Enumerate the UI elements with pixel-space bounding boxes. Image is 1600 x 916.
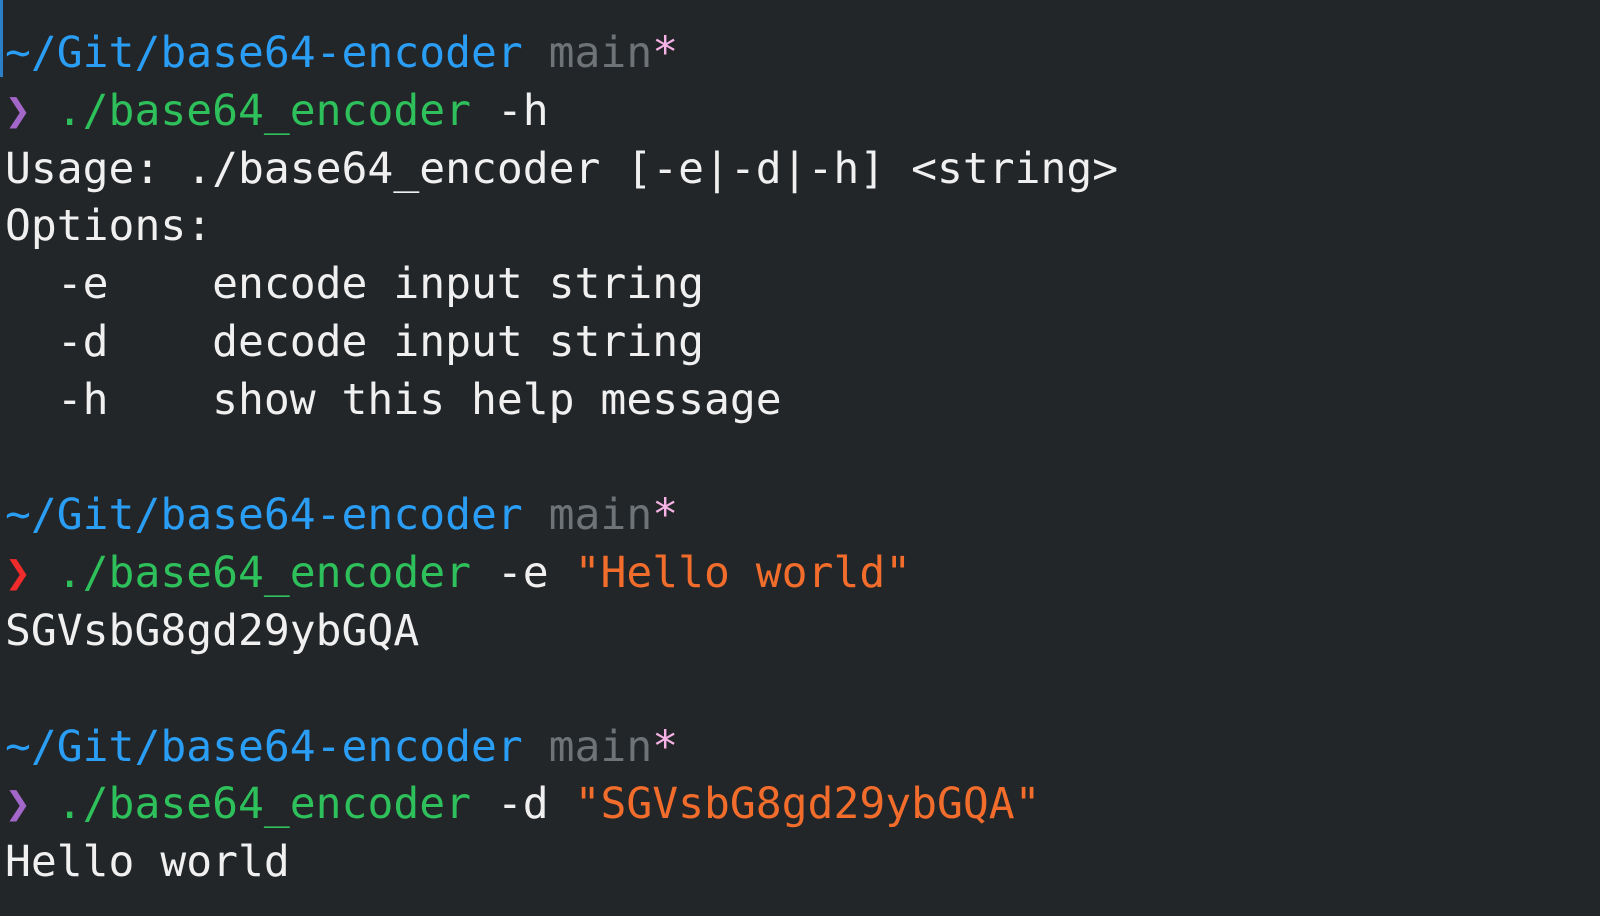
output-line: -h show this help message [5, 374, 782, 425]
output-line: Usage: ./base64_encoder [-e|-d|-h] <stri… [5, 143, 1119, 194]
command-line[interactable]: ❯ ./base64_encoder -d "SGVsbG8gd29ybGQA" [5, 776, 1600, 834]
prompt-arrow-error-icon: ❯ [5, 548, 31, 599]
output-line: SGVsbG8gd29ybGQA [5, 605, 420, 656]
command-flag: -h [496, 85, 549, 136]
prompt-line: ~/Git/base64-encoder main* [5, 25, 1600, 83]
output-line: -d decode input string [5, 316, 704, 367]
git-dirty-marker: * [652, 721, 679, 772]
prompt-arrow-icon: ❯ [5, 85, 31, 136]
command-flag: -d [496, 779, 549, 830]
output-line: -e encode input string [5, 259, 704, 310]
output-line: Options: [5, 201, 213, 252]
prompt-path: ~/Git/base64-encoder [5, 490, 523, 541]
command-name: ./base64_encoder [56, 779, 471, 830]
prompt-path: ~/Git/base64-encoder [5, 721, 523, 772]
cursor-indicator [0, 0, 3, 77]
command-flag: -e [496, 548, 549, 599]
prompt-path: ~/Git/base64-encoder [5, 28, 523, 78]
terminal-window[interactable]: ~/Git/base64-encoder main* ❯ ./base64_en… [0, 0, 1600, 916]
command-name: ./base64_encoder [56, 548, 471, 599]
prompt-line: ~/Git/base64-encoder main* [5, 719, 1600, 777]
prompt-line: ~/Git/base64-encoder main* [5, 487, 1600, 545]
command-argument: "SGVsbG8gd29ybGQA" [574, 779, 1041, 830]
command-line[interactable]: ❯ ./base64_encoder -h [5, 83, 1600, 141]
git-dirty-marker: * [652, 490, 679, 541]
output-line: Hello world [5, 837, 290, 888]
prompt-arrow-icon: ❯ [5, 779, 31, 830]
git-branch: main [548, 28, 653, 78]
git-branch: main [548, 721, 653, 772]
command-argument: "Hello world" [574, 548, 912, 599]
command-line[interactable]: ❯ ./base64_encoder -e "Hello world" [5, 545, 1600, 603]
git-branch: main [548, 490, 653, 541]
command-name: ./base64_encoder [56, 85, 471, 136]
git-dirty-marker: * [652, 28, 679, 78]
